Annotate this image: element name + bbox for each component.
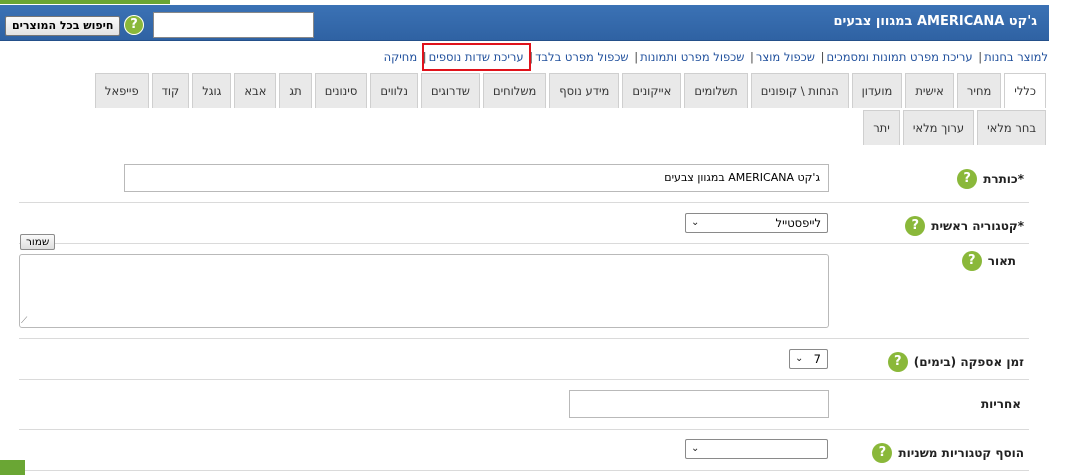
description-label-wrap: תאור ? — [961, 251, 1016, 271]
main-category-help-icon[interactable]: ? — [905, 216, 926, 236]
link-duplicate-product[interactable]: שכפול מוצר — [756, 50, 815, 64]
secondary-categories-label: הוסף קטגוריות משניות — [898, 446, 1024, 460]
bottom-left-accent — [0, 460, 25, 475]
chevron-down-icon: ⌄ — [691, 443, 700, 454]
tab-icons[interactable]: אייקונים — [622, 73, 682, 108]
delivery-days-value: 7 — [813, 352, 821, 366]
secondary-categories-help-icon[interactable]: ? — [872, 443, 893, 463]
tab-tag[interactable]: תג — [279, 73, 312, 108]
delivery-label-wrap: זמן אספקה (בימים) ? — [887, 352, 1024, 372]
divider — [19, 470, 1029, 471]
warranty-label: אחריות — [980, 397, 1021, 411]
description-textarea[interactable] — [19, 254, 829, 328]
search-input[interactable] — [153, 12, 314, 38]
title-help-icon[interactable]: ? — [957, 169, 978, 189]
save-button[interactable]: שמור — [20, 234, 56, 250]
tab-club[interactable]: מועדון — [851, 73, 903, 108]
tab-edit-stock[interactable]: ערוך מלאי — [902, 110, 975, 145]
tab-google[interactable]: גוגל — [192, 73, 232, 108]
tab-filters[interactable]: סינונים — [314, 73, 368, 108]
tab-parent[interactable]: אבא — [234, 73, 277, 108]
warranty-label-wrap: אחריות — [981, 397, 1021, 411]
tabs-row-1: כללי מחיר אישית מועדון הנחות \ קופונים ת… — [94, 73, 1046, 108]
tab-general[interactable]: כללי — [1004, 73, 1046, 108]
tab-code[interactable]: קוד — [151, 73, 190, 108]
search-all-products-button[interactable]: חיפוש בכל המוצרים — [5, 16, 121, 36]
main-category-value: לייפסטייל — [775, 216, 821, 230]
warranty-input[interactable] — [569, 390, 829, 418]
main-category-label-wrap: *קטגוריה ראשית ? — [905, 216, 1024, 236]
divider — [19, 243, 1029, 244]
title-input[interactable]: ג'קט AMERICANA במגוון צבעים — [124, 164, 829, 192]
main-category-select[interactable]: לייפסטייל ⌄ — [685, 213, 828, 233]
delivery-label: זמן אספקה (בימים) — [913, 355, 1024, 369]
divider — [19, 338, 1029, 339]
divider — [19, 379, 1029, 380]
product-actions-links: למוצר בחנות| עריכת מפרט תמונות ומסמכים| … — [383, 43, 1048, 71]
tab-price[interactable]: מחיר — [956, 73, 1002, 108]
secondary-categories-label-wrap: הוסף קטגוריות משניות ? — [872, 443, 1024, 463]
secondary-categories-select[interactable]: ⌄ — [685, 439, 828, 459]
link-view-in-store[interactable]: למוצר בחנות — [984, 50, 1048, 64]
search-help-icon[interactable]: ? — [124, 15, 144, 35]
tab-upgrades[interactable]: שדרוגים — [420, 73, 480, 108]
delivery-help-icon[interactable]: ? — [887, 352, 908, 372]
delivery-days-select[interactable]: 7 ⌄ — [789, 349, 828, 369]
tabs-row-2: בחר מלאי ערוך מלאי יתר — [863, 110, 1046, 145]
main-category-label: *קטגוריה ראשית — [931, 219, 1024, 233]
tab-accessories[interactable]: נלווים — [370, 73, 418, 108]
chevron-down-icon: ⌄ — [691, 217, 700, 228]
title-label: *כותרת — [983, 172, 1024, 186]
tab-select-stock[interactable]: בחר מלאי — [977, 110, 1046, 145]
divider — [19, 429, 1029, 430]
tab-discounts-coupons[interactable]: הנחות \ קופונים — [750, 73, 849, 108]
resize-handle-icon[interactable]: ⟋ — [21, 316, 27, 326]
link-delete[interactable]: מחיקה — [384, 50, 418, 64]
top-accent-strip — [0, 0, 170, 4]
page-title: ג'קט AMERICANA במגוון צבעים — [833, 14, 1037, 29]
link-edit-specs-images[interactable]: עריכת מפרט תמונות ומסמכים — [826, 50, 972, 64]
tab-personal[interactable]: אישית — [905, 73, 954, 108]
tab-payments[interactable]: תשלומים — [684, 73, 748, 108]
title-label-wrap: *כותרת ? — [957, 169, 1024, 189]
link-duplicate-specs-only[interactable]: שכפול מפרט בלבד — [535, 50, 628, 64]
description-help-icon[interactable]: ? — [961, 251, 982, 271]
divider — [19, 202, 1029, 203]
tab-shipping[interactable]: משלוחים — [482, 73, 547, 108]
link-edit-extra-fields[interactable]: עריכת שדות נוספים — [421, 43, 531, 71]
chevron-down-icon: ⌄ — [795, 353, 804, 364]
link-duplicate-specs-images[interactable]: שכפול מפרט ותמונות — [640, 50, 744, 64]
tab-extra-info[interactable]: מידע נוסף — [549, 73, 620, 108]
tab-more[interactable]: יתר — [863, 110, 900, 145]
tab-paypal[interactable]: פייפאל — [94, 73, 149, 108]
description-label: תאור — [987, 254, 1016, 268]
header-bar: ג'קט AMERICANA במגוון צבעים חיפוש בכל המ… — [0, 5, 1049, 41]
